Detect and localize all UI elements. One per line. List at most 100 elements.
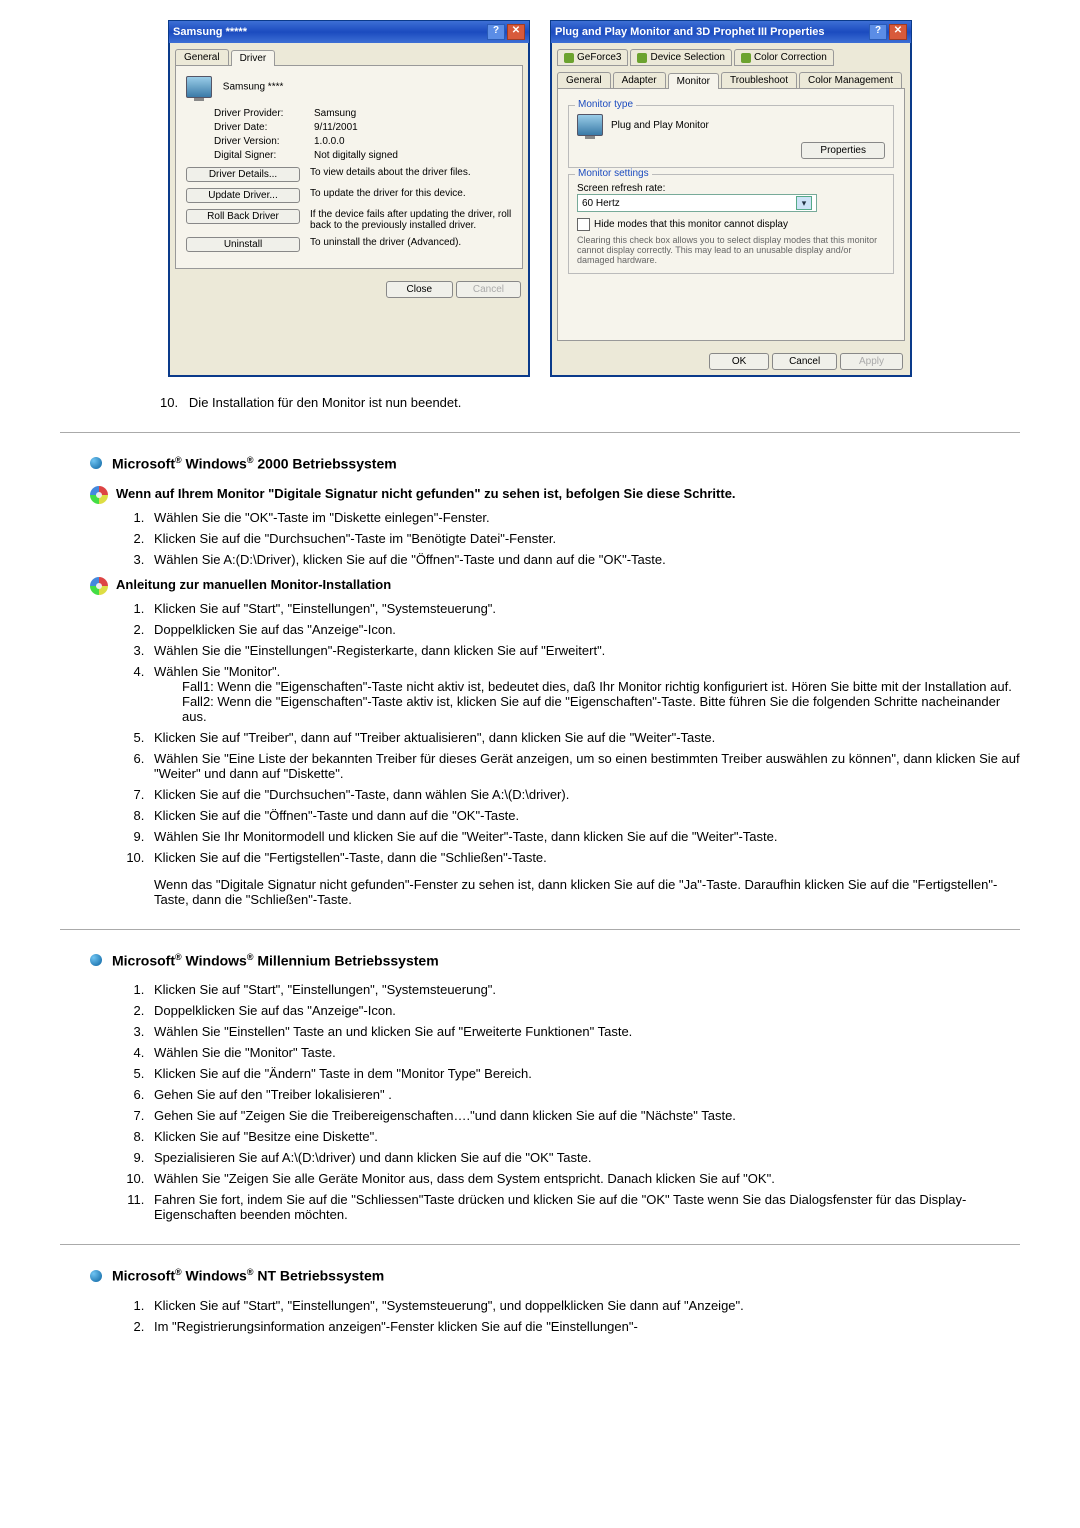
- tab-general[interactable]: General: [557, 72, 611, 88]
- tab-general[interactable]: General: [175, 49, 229, 65]
- separator: [60, 432, 1020, 433]
- tail-text: Wenn das "Digitale Signatur nicht gefund…: [154, 877, 997, 907]
- version-value: 1.0.0.0: [314, 136, 345, 147]
- sphere-bullet-icon: [90, 457, 102, 469]
- close-icon[interactable]: ✕: [507, 24, 525, 40]
- list-item: Klicken Sie auf "Start", "Einstellungen"…: [148, 1298, 1020, 1313]
- steps-list: Klicken Sie auf "Start", "Einstellungen"…: [118, 601, 1020, 907]
- list-item: Klicken Sie auf die "Durchsuchen"-Taste,…: [148, 787, 1020, 802]
- steps-list: Klicken Sie auf "Start", "Einstellungen"…: [118, 982, 1020, 1222]
- tab-geforce[interactable]: GeForce3: [557, 49, 628, 66]
- dialog-footer: Close Cancel: [169, 277, 529, 304]
- list-item: Klicken Sie auf "Start", "Einstellungen"…: [148, 982, 1020, 997]
- tab-color-management[interactable]: Color Management: [799, 72, 902, 88]
- monitor-icon: [577, 114, 603, 136]
- rollback-driver-desc: If the device fails after updating the d…: [310, 209, 512, 231]
- provider-label: Driver Provider:: [214, 108, 314, 119]
- list-item: Fahren Sie fort, indem Sie auf die "Schl…: [148, 1192, 1020, 1222]
- list-item: Wählen Sie "Zeigen Sie alle Geräte Monit…: [148, 1171, 1020, 1186]
- nvidia-icon: [741, 53, 751, 63]
- dialog-tabs: GeForce3 Device Selection Color Correcti…: [557, 49, 905, 66]
- cd-icon: [90, 486, 108, 504]
- dialog-titlebar: Samsung ***** ? ✕: [169, 21, 529, 43]
- dialog-body: Samsung **** Driver Provider:Samsung Dri…: [175, 65, 523, 269]
- tab-troubleshoot[interactable]: Troubleshoot: [721, 72, 797, 88]
- nvidia-icon: [564, 53, 574, 63]
- list-item: Klicken Sie auf "Besitze eine Diskette".: [148, 1129, 1020, 1144]
- fall2-text: Fall2: Wenn die "Eigenschaften"-Taste ak…: [182, 694, 1020, 724]
- list-item: Klicken Sie auf die "Fertigstellen"-Tast…: [148, 850, 1020, 907]
- list-item: Wählen Sie die "Einstellungen"-Registerk…: [148, 643, 1020, 658]
- device-name: Samsung ****: [223, 82, 284, 93]
- list-item: Wählen Sie Ihr Monitormodell und klicken…: [148, 829, 1020, 844]
- signer-label: Digital Signer:: [214, 150, 314, 161]
- refresh-rate-select[interactable]: 60 Hertz ▾: [577, 194, 817, 212]
- ok-button[interactable]: OK: [709, 353, 769, 370]
- tab-adapter[interactable]: Adapter: [613, 72, 666, 88]
- monitor-properties-dialog: Plug and Play Monitor and 3D Prophet III…: [550, 20, 912, 377]
- dialog-title: Samsung *****: [173, 26, 485, 38]
- group-legend: Monitor settings: [575, 168, 652, 179]
- list-item: Klicken Sie auf "Start", "Einstellungen"…: [148, 601, 1020, 616]
- tab-driver[interactable]: Driver: [231, 50, 276, 66]
- step-10-text: 10. Die Installation für den Monitor ist…: [160, 395, 1020, 410]
- dialog-tabs: General Driver: [175, 49, 523, 65]
- dialog-body: Monitor type Plug and Play Monitor Prope…: [557, 88, 905, 341]
- tab-monitor[interactable]: Monitor: [668, 73, 719, 89]
- dialog-tabs-row2: General Adapter Monitor Troubleshoot Col…: [557, 72, 905, 88]
- driver-details-desc: To view details about the driver files.: [310, 167, 512, 178]
- dialogs-row: Samsung ***** ? ✕ General Driver Samsung…: [60, 20, 1020, 377]
- list-item: Doppelklicken Sie auf das "Anzeige"-Icon…: [148, 1003, 1020, 1018]
- dialog-title: Plug and Play Monitor and 3D Prophet III…: [555, 26, 867, 38]
- list-item: Klicken Sie auf "Treiber", dann auf "Tre…: [148, 730, 1020, 745]
- uninstall-desc: To uninstall the driver (Advanced).: [310, 237, 512, 248]
- list-item: Klicken Sie auf die "Öffnen"-Taste und d…: [148, 808, 1020, 823]
- provider-value: Samsung: [314, 108, 356, 119]
- subheading-manual-install: Anleitung zur manuellen Monitor-Installa…: [90, 577, 1020, 595]
- subheading-signature: Wenn auf Ihrem Monitor "Digitale Signatu…: [90, 486, 1020, 504]
- refresh-rate-label: Screen refresh rate:: [577, 183, 885, 194]
- cancel-button: Cancel: [456, 281, 521, 298]
- hide-modes-label: Hide modes that this monitor cannot disp…: [594, 219, 788, 230]
- list-item: Wählen Sie die "Monitor" Taste.: [148, 1045, 1020, 1060]
- steps-list: Klicken Sie auf "Start", "Einstellungen"…: [118, 1298, 1020, 1334]
- apply-button: Apply: [840, 353, 903, 370]
- monitor-icon: [186, 76, 212, 98]
- close-icon[interactable]: ✕: [889, 24, 907, 40]
- date-value: 9/11/2001: [314, 122, 358, 133]
- cd-icon: [90, 577, 108, 595]
- tab-color-correction[interactable]: Color Correction: [734, 49, 834, 66]
- section-heading-winme: Microsoft® Windows® Millennium Betriebss…: [90, 952, 1020, 969]
- group-legend: Monitor type: [575, 99, 636, 110]
- dialog-titlebar: Plug and Play Monitor and 3D Prophet III…: [551, 21, 911, 43]
- hide-modes-checkbox[interactable]: Hide modes that this monitor cannot disp…: [577, 218, 885, 231]
- steps-list: Wählen Sie die "OK"-Taste im "Diskette e…: [118, 510, 1020, 567]
- close-button[interactable]: Close: [386, 281, 454, 298]
- cancel-button[interactable]: Cancel: [772, 353, 837, 370]
- list-item: Doppelklicken Sie auf das "Anzeige"-Icon…: [148, 622, 1020, 637]
- list-item: Gehen Sie auf den "Treiber lokalisieren"…: [148, 1087, 1020, 1102]
- update-driver-desc: To update the driver for this device.: [310, 188, 512, 199]
- list-item: Wählen Sie A:(D:\Driver), klicken Sie au…: [148, 552, 1020, 567]
- monitor-settings-group: Monitor settings Screen refresh rate: 60…: [568, 174, 894, 274]
- driver-details-button[interactable]: Driver Details...: [186, 167, 300, 182]
- tab-device-selection[interactable]: Device Selection: [630, 49, 731, 66]
- refresh-rate-value: 60 Hertz: [582, 198, 620, 209]
- list-item: Wählen Sie "Eine Liste der bekannten Tre…: [148, 751, 1020, 781]
- nvidia-icon: [637, 53, 647, 63]
- signer-value: Not digitally signed: [314, 150, 398, 161]
- sphere-bullet-icon: [90, 1270, 102, 1282]
- list-item: Wählen Sie "Einstellen" Taste an und kli…: [148, 1024, 1020, 1039]
- properties-button[interactable]: Properties: [801, 142, 885, 159]
- update-driver-button[interactable]: Update Driver...: [186, 188, 300, 203]
- date-label: Driver Date:: [214, 122, 314, 133]
- uninstall-button[interactable]: Uninstall: [186, 237, 300, 252]
- help-icon[interactable]: ?: [487, 24, 505, 40]
- hide-modes-note: Clearing this check box allows you to se…: [577, 235, 885, 265]
- help-icon[interactable]: ?: [869, 24, 887, 40]
- list-item: Klicken Sie auf die "Durchsuchen"-Taste …: [148, 531, 1020, 546]
- checkbox-box[interactable]: [577, 218, 590, 231]
- list-item: Wählen Sie "Monitor". Fall1: Wenn die "E…: [148, 664, 1020, 724]
- chevron-down-icon[interactable]: ▾: [796, 196, 812, 210]
- rollback-driver-button[interactable]: Roll Back Driver: [186, 209, 300, 224]
